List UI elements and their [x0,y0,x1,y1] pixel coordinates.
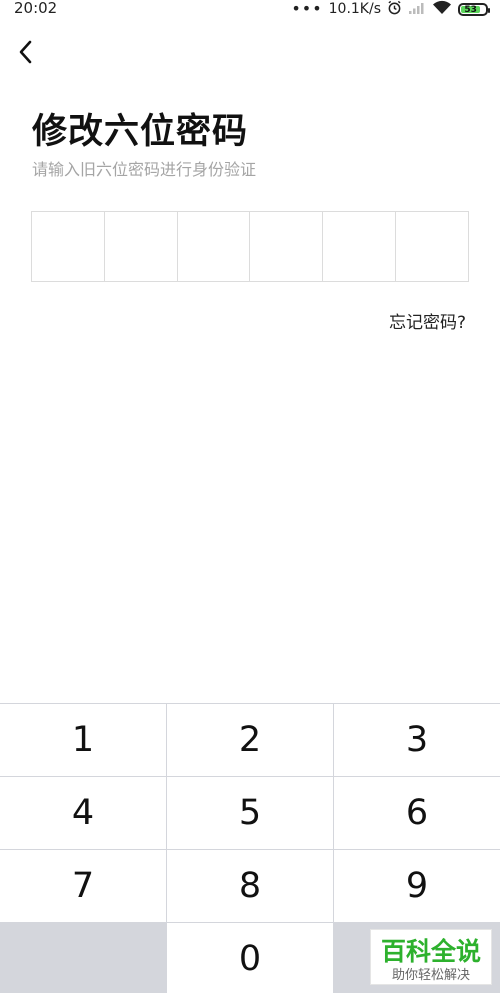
pin-box-2[interactable] [105,212,178,281]
key-4[interactable]: 4 [0,777,166,849]
key-6[interactable]: 6 [334,777,500,849]
key-5[interactable]: 5 [167,777,333,849]
page-title: 修改六位密码 [32,112,249,152]
key-2[interactable]: 2 [167,704,333,776]
page-subtitle: 请输入旧六位密码进行身份验证 [32,160,257,179]
pin-input[interactable] [31,211,469,282]
battery-tip [488,7,490,13]
watermark-logo: 百科全说 助你轻松解决 [370,929,492,985]
alarm-icon [387,0,402,19]
key-blank-left [0,923,166,993]
network-speed: 10.1K/s [328,1,381,17]
status-bar: 20:02 ••• 10.1K/s 53 [0,0,500,18]
watermark-main: 百科全说 [380,937,481,966]
status-time: 20:02 [14,0,58,17]
key-8[interactable]: 8 [167,850,333,922]
pin-box-6[interactable] [396,212,468,281]
chevron-left-icon [19,40,32,64]
key-1[interactable]: 1 [0,704,166,776]
pin-box-1[interactable] [32,212,105,281]
pin-box-3[interactable] [178,212,251,281]
wifi-icon [432,0,452,19]
battery-icon: 53 [458,2,490,16]
more-dots-icon: ••• [291,0,323,18]
watermark-sub: 助你轻松解决 [391,968,470,983]
key-3[interactable]: 3 [334,704,500,776]
forgot-password-link[interactable]: 忘记密码? [389,308,466,333]
signal-icon [408,1,426,18]
key-9[interactable]: 9 [334,850,500,922]
key-7[interactable]: 7 [0,850,166,922]
battery-level: 53 [461,5,481,14]
pin-box-4[interactable] [250,212,324,281]
status-right: ••• 10.1K/s 53 [291,0,490,19]
pin-box-5[interactable] [323,212,397,281]
back-button[interactable] [14,38,40,66]
key-0[interactable]: 0 [167,923,333,993]
